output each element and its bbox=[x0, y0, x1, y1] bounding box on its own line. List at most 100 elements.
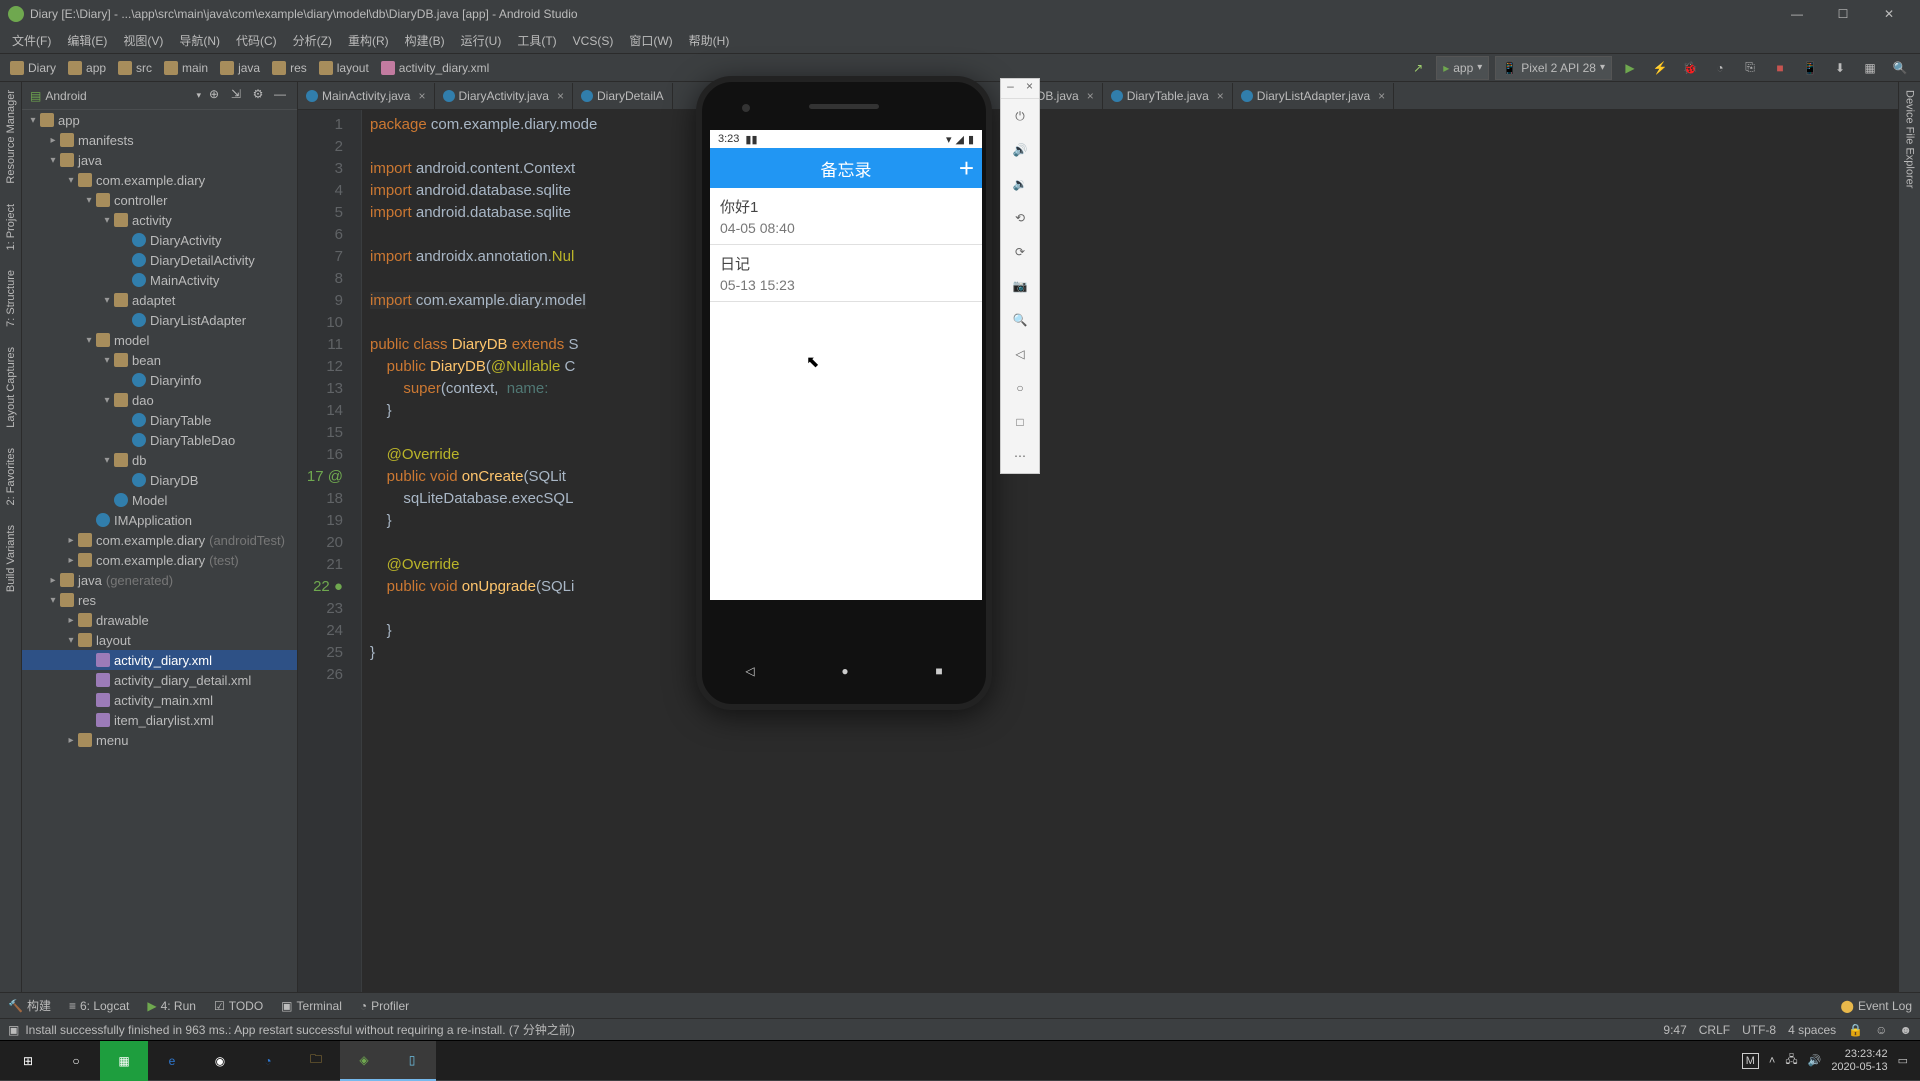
menu-build[interactable]: 构建(B) bbox=[397, 30, 453, 52]
tree-node-diaryinfo[interactable]: Diaryinfo bbox=[22, 370, 297, 390]
nav-recent-icon[interactable]: ■ bbox=[935, 664, 942, 678]
inspections-icon[interactable]: ☺ bbox=[1875, 1023, 1887, 1037]
tree-node-diarylistadapter[interactable]: DiaryListAdapter bbox=[22, 310, 297, 330]
list-item[interactable]: 日记 05-13 15:23 bbox=[710, 245, 982, 302]
toolwindow-profiler[interactable]: ◔Profiler bbox=[360, 999, 409, 1013]
toolwindow-logcat[interactable]: ≡6: Logcat bbox=[69, 999, 129, 1013]
tab-diarytable[interactable]: DiaryTable.java× bbox=[1103, 83, 1233, 109]
tree-node-test[interactable]: ▸com.example.diary(test) bbox=[22, 550, 297, 570]
list-item[interactable]: 你好1 04-05 08:40 bbox=[710, 188, 982, 245]
sidebar-device-file-explorer[interactable]: Device File Explorer bbox=[1904, 90, 1916, 188]
nav-home-icon[interactable]: ● bbox=[841, 664, 848, 678]
tab-mainactivity[interactable]: MainActivity.java× bbox=[298, 83, 435, 109]
lock-icon[interactable]: 🔒 bbox=[1848, 1023, 1863, 1037]
toolwindow-build[interactable]: 🔨构建 bbox=[8, 997, 51, 1014]
taskbar-app-2[interactable]: ◔ bbox=[244, 1041, 292, 1081]
stop-button[interactable]: ■ bbox=[1768, 56, 1792, 80]
menu-navigate[interactable]: 导航(N) bbox=[171, 30, 228, 52]
gear-icon[interactable]: ⚙ bbox=[249, 87, 267, 105]
crumb-src[interactable]: src bbox=[112, 57, 158, 79]
menu-window[interactable]: 窗口(W) bbox=[621, 30, 680, 52]
indent-config[interactable]: 4 spaces bbox=[1788, 1023, 1836, 1037]
close-tab-icon[interactable]: × bbox=[1087, 89, 1094, 103]
emu-more-button[interactable]: ⋯ bbox=[1001, 439, 1039, 473]
tree-node-db[interactable]: ▾db bbox=[22, 450, 297, 470]
tree-node-app[interactable]: ▾app bbox=[22, 110, 297, 130]
tray-volume-icon[interactable]: 🔊 bbox=[1808, 1054, 1822, 1067]
taskbar-clock[interactable]: 23:23:42 2020-05-13 bbox=[1831, 1048, 1887, 1074]
crumb-file[interactable]: activity_diary.xml bbox=[375, 57, 495, 79]
tray-network-icon[interactable]: 🖧 bbox=[1785, 1051, 1797, 1070]
nav-back-icon[interactable]: ◁ bbox=[745, 664, 754, 678]
sidebar-resource-manager[interactable]: Resource Manager bbox=[5, 90, 17, 184]
add-button[interactable]: + bbox=[959, 153, 974, 184]
sdk-icon[interactable]: ⬇ bbox=[1828, 56, 1852, 80]
close-tab-icon[interactable]: × bbox=[418, 89, 425, 103]
taskbar-edge[interactable]: e bbox=[148, 1041, 196, 1081]
tree-node-model-class[interactable]: Model bbox=[22, 490, 297, 510]
tree-node-diarydb[interactable]: DiaryDB bbox=[22, 470, 297, 490]
tree-node-menu[interactable]: ▸menu bbox=[22, 730, 297, 750]
crumb-main[interactable]: main bbox=[158, 57, 214, 79]
tree-node-imapplication[interactable]: IMApplication bbox=[22, 510, 297, 530]
emu-home-button[interactable]: ○ bbox=[1001, 371, 1039, 405]
menu-code[interactable]: 代码(C) bbox=[228, 30, 285, 52]
tree-node-layout[interactable]: ▾layout bbox=[22, 630, 297, 650]
sidebar-layout-captures[interactable]: Layout Captures bbox=[5, 347, 17, 428]
toolwindow-todo[interactable]: ☑TODO bbox=[214, 999, 263, 1013]
menu-vcs[interactable]: VCS(S) bbox=[565, 30, 622, 52]
emu-close-icon[interactable]: × bbox=[1020, 79, 1039, 98]
profile-icon[interactable]: ◔ bbox=[1708, 56, 1732, 80]
menu-file[interactable]: 文件(F) bbox=[4, 30, 59, 52]
hide-icon[interactable]: — bbox=[271, 87, 289, 105]
menu-run[interactable]: 运行(U) bbox=[453, 30, 510, 52]
tray-chevron-up-icon[interactable]: ˄ bbox=[1769, 1055, 1775, 1067]
minimize-button[interactable]: — bbox=[1774, 0, 1820, 28]
debug-button[interactable]: 🐞 bbox=[1678, 56, 1702, 80]
tree-node-androidtest[interactable]: ▸com.example.diary(androidTest) bbox=[22, 530, 297, 550]
memory-icon[interactable]: ☻ bbox=[1899, 1023, 1912, 1037]
tree-node-diarytable[interactable]: DiaryTable bbox=[22, 410, 297, 430]
menu-analyze[interactable]: 分析(Z) bbox=[285, 30, 340, 52]
menu-help[interactable]: 帮助(H) bbox=[681, 30, 738, 52]
emu-rotate-right-button[interactable]: ⟳ bbox=[1001, 235, 1039, 269]
emu-power-button[interactable]: ⏻ bbox=[1001, 99, 1039, 133]
menu-view[interactable]: 视图(V) bbox=[115, 30, 171, 52]
sync-icon[interactable]: ↗ bbox=[1406, 56, 1430, 80]
taskbar-start-button[interactable]: ⊞ bbox=[4, 1041, 52, 1081]
close-tab-icon[interactable]: × bbox=[1378, 89, 1385, 103]
maximize-button[interactable]: ☐ bbox=[1820, 0, 1866, 28]
taskbar-android-studio[interactable]: ◈ bbox=[340, 1041, 388, 1081]
tree-node-res[interactable]: ▾res bbox=[22, 590, 297, 610]
tab-diarydetail[interactable]: DiaryDetailA bbox=[573, 83, 673, 109]
emu-volume-down-button[interactable]: 🔉 bbox=[1001, 167, 1039, 201]
menu-refactor[interactable]: 重构(R) bbox=[340, 30, 397, 52]
ime-indicator[interactable]: M bbox=[1742, 1053, 1759, 1069]
collapse-icon[interactable]: ⇲ bbox=[227, 87, 245, 105]
crumb-java[interactable]: java bbox=[214, 57, 266, 79]
sidebar-build-variants[interactable]: Build Variants bbox=[5, 525, 17, 592]
tree-node-item-diarylist-xml[interactable]: item_diarylist.xml bbox=[22, 710, 297, 730]
tree-node-diaryactivity[interactable]: DiaryActivity bbox=[22, 230, 297, 250]
crumb-layout[interactable]: layout bbox=[313, 57, 375, 79]
taskbar-app-1[interactable]: ▦ bbox=[100, 1041, 148, 1081]
tree-node-model[interactable]: ▾model bbox=[22, 330, 297, 350]
emu-screenshot-button[interactable]: 📷 bbox=[1001, 269, 1039, 303]
tree-node-activity[interactable]: ▾activity bbox=[22, 210, 297, 230]
close-button[interactable]: ✕ bbox=[1866, 0, 1912, 28]
run-config-combo[interactable]: ▸app▾ bbox=[1436, 56, 1489, 80]
emu-rotate-left-button[interactable]: ⟲ bbox=[1001, 201, 1039, 235]
tree-node-activity-diary-detail-xml[interactable]: activity_diary_detail.xml bbox=[22, 670, 297, 690]
tray-notifications-icon[interactable]: ▭ bbox=[1898, 1054, 1908, 1067]
attach-debugger-icon[interactable]: ⎘ bbox=[1738, 56, 1762, 80]
search-icon[interactable]: 🔍 bbox=[1888, 56, 1912, 80]
code-editor[interactable]: 1234567891011121314151617 @1819202122 ●2… bbox=[298, 110, 1898, 992]
sidebar-structure[interactable]: 7: Structure bbox=[5, 270, 17, 327]
cursor-position[interactable]: 9:47 bbox=[1663, 1023, 1686, 1037]
sidebar-project[interactable]: 1: Project bbox=[5, 204, 17, 250]
sidebar-favorites[interactable]: 2: Favorites bbox=[5, 448, 17, 505]
crumb-res[interactable]: res bbox=[266, 57, 313, 79]
tree-node-drawable[interactable]: ▸drawable bbox=[22, 610, 297, 630]
tree-node-diarytabledao[interactable]: DiaryTableDao bbox=[22, 430, 297, 450]
tree-node-activity-main-xml[interactable]: activity_main.xml bbox=[22, 690, 297, 710]
